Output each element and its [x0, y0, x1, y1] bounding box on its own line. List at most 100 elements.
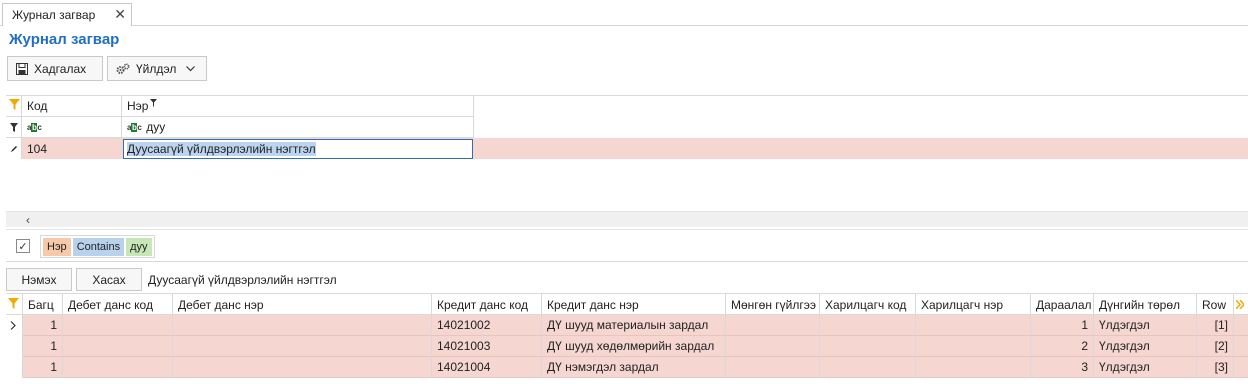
- column-header-cash-flow[interactable]: Мөнгөн гүйлгээ: [726, 294, 820, 315]
- column-header-debit-name[interactable]: Дебет данс нэр: [173, 294, 432, 315]
- tab-label: Журнал загвар: [12, 8, 96, 22]
- cell-debit-code[interactable]: [63, 315, 173, 336]
- check-icon: ✓: [18, 240, 28, 253]
- column-header-order[interactable]: Дараалал: [1031, 294, 1094, 315]
- toolbar: Хадгалах Үйлдэл: [7, 56, 207, 81]
- cell-credit-code[interactable]: 14021003: [432, 336, 542, 357]
- row-indicator: [6, 357, 23, 378]
- more-columns-icon[interactable]: [1234, 294, 1248, 315]
- cell-name-text: Дуусаагүй үйлдвэрлэлийн нэгтгэл: [127, 142, 316, 156]
- cell-filler: [1234, 315, 1248, 336]
- row-edit-indicator: [6, 138, 22, 159]
- column-header-credit-code[interactable]: Кредит данс код: [432, 294, 542, 315]
- pencil-icon: [10, 142, 18, 156]
- filter-panel: ✓ Нэр Contains дуу: [6, 229, 1248, 262]
- cell-order[interactable]: 3: [1031, 357, 1094, 378]
- filter-cell-name[interactable]: abc дуу: [122, 117, 474, 138]
- cell-credit-name[interactable]: ДҮ нэмэгдэл зардал: [542, 357, 726, 378]
- cell-batch[interactable]: 1: [23, 357, 63, 378]
- filter-expression[interactable]: Нэр Contains дуу: [40, 235, 155, 258]
- cell-filler: [1234, 336, 1248, 357]
- detail-toolbar: Нэмэх Хасах Дуусаагүй үйлдвэрлэлийн нэгт…: [6, 268, 337, 291]
- text-filter-icon: abc: [27, 122, 42, 132]
- filter-cell-code[interactable]: abc: [22, 117, 122, 138]
- cell-debit-name[interactable]: [173, 315, 432, 336]
- column-filter-icon: [150, 96, 158, 110]
- cell-name-editor[interactable]: Дуусаагүй үйлдвэрлэлийн нэгтгэл: [123, 139, 473, 159]
- cell-partner-name[interactable]: [916, 336, 1031, 357]
- table-row[interactable]: 1 14021002 ДҮ шууд материалын зардал 1 Ү…: [6, 315, 1248, 336]
- detail-caption: Дуусаагүй үйлдвэрлэлийн нэгтгэл: [148, 272, 337, 287]
- table-row[interactable]: 104 Дуусаагүй үйлдвэрлэлийн нэгтгэл: [6, 138, 1248, 159]
- cell-partner-code[interactable]: [820, 357, 916, 378]
- journal-lines-grid: Багц Дебет данс код Дебет данс нэр Креди…: [6, 293, 1248, 384]
- funnel-icon: [9, 99, 20, 113]
- filter-field[interactable]: Нэр: [43, 237, 71, 256]
- scroll-left-icon[interactable]: ‹: [26, 213, 30, 227]
- action-label: Үйлдэл: [136, 61, 177, 76]
- filter-row-toggle[interactable]: [6, 294, 23, 315]
- cell-row[interactable]: [3]: [1197, 357, 1234, 378]
- column-header-batch[interactable]: Багц: [23, 294, 63, 315]
- cell-amount-type[interactable]: Үлдэгдэл: [1094, 315, 1197, 336]
- cell-debit-name[interactable]: [173, 357, 432, 378]
- column-header-name-label: Нэр: [127, 99, 149, 113]
- cell-credit-code[interactable]: 14021002: [432, 315, 542, 336]
- cell-filler: [1234, 357, 1248, 378]
- delete-button[interactable]: Хасах: [76, 268, 142, 291]
- table-row[interactable]: 1 14021003 ДҮ шууд хөдөлмөрийн зардал 2 …: [6, 336, 1248, 357]
- save-icon: [16, 62, 28, 75]
- save-button[interactable]: Хадгалах: [7, 56, 103, 81]
- column-header-name[interactable]: Нэр: [122, 96, 474, 117]
- cell-batch[interactable]: 1: [23, 315, 63, 336]
- filter-value[interactable]: дуу: [126, 237, 152, 256]
- action-dropdown-button[interactable]: Үйлдэл: [107, 56, 207, 81]
- column-header-code[interactable]: Код: [22, 96, 122, 117]
- cell-cash-flow[interactable]: [726, 357, 820, 378]
- column-header-debit-code[interactable]: Дебет данс код: [63, 294, 173, 315]
- filter-row-toggle[interactable]: [6, 96, 22, 117]
- cell-credit-name[interactable]: ДҮ шууд хөдөлмөрийн зардал: [542, 336, 726, 357]
- cell-credit-code[interactable]: 14021004: [432, 357, 542, 378]
- page-title: Журнал загвар: [9, 31, 120, 48]
- cell-row[interactable]: [1]: [1197, 315, 1234, 336]
- column-header-partner-code[interactable]: Харилцагч код: [820, 294, 916, 315]
- column-header-amount-type[interactable]: Дүнгийн төрөл: [1094, 294, 1197, 315]
- add-button[interactable]: Нэмэх: [6, 268, 72, 291]
- close-icon[interactable]: ✕: [114, 6, 126, 22]
- cell-partner-name[interactable]: [916, 315, 1031, 336]
- cell-row[interactable]: [2]: [1197, 336, 1234, 357]
- gears-icon: [116, 62, 130, 75]
- cell-order[interactable]: 1: [1031, 315, 1094, 336]
- filter-row-icon: [6, 117, 22, 138]
- cell-credit-name[interactable]: ДҮ шууд материалын зардал: [542, 315, 726, 336]
- row-indicator: [6, 336, 23, 357]
- column-header-row[interactable]: Row: [1197, 294, 1234, 315]
- column-header-credit-name[interactable]: Кредит данс нэр: [542, 294, 726, 315]
- cell-partner-code[interactable]: [820, 315, 916, 336]
- cell-batch[interactable]: 1: [23, 336, 63, 357]
- template-grid: Код Нэр abc abc дуу 104 Дуусаагүй үйлдвэ…: [6, 95, 1248, 213]
- tab-journal-template[interactable]: Журнал загвар ✕: [2, 3, 132, 26]
- cell-debit-code[interactable]: [63, 357, 173, 378]
- filter-enable-checkbox[interactable]: ✓: [16, 239, 30, 253]
- cell-amount-type[interactable]: Үлдэгдэл: [1094, 336, 1197, 357]
- cell-partner-name[interactable]: [916, 357, 1031, 378]
- filter-operator[interactable]: Contains: [72, 237, 125, 256]
- chevron-down-icon: [186, 65, 196, 72]
- cell-order[interactable]: 2: [1031, 336, 1094, 357]
- current-row-indicator: [6, 315, 23, 336]
- save-label: Хадгалах: [34, 61, 87, 76]
- cell-partner-code[interactable]: [820, 336, 916, 357]
- grid-filter-row: abc abc дуу: [6, 117, 1248, 138]
- cell-debit-code[interactable]: [63, 336, 173, 357]
- column-header-partner-name[interactable]: Харилцагч нэр: [916, 294, 1031, 315]
- cell-amount-type[interactable]: Үлдэгдэл: [1094, 357, 1197, 378]
- cell-code[interactable]: 104: [22, 138, 122, 159]
- table-row[interactable]: 1 14021004 ДҮ нэмэгдэл зардал 3 Үлдэгдэл…: [6, 357, 1248, 378]
- cell-debit-name[interactable]: [173, 336, 432, 357]
- horizontal-scrollbar[interactable]: ‹: [6, 211, 1248, 227]
- cell-cash-flow[interactable]: [726, 336, 820, 357]
- cell-cash-flow[interactable]: [726, 315, 820, 336]
- filter-name-value: дуу: [146, 120, 166, 134]
